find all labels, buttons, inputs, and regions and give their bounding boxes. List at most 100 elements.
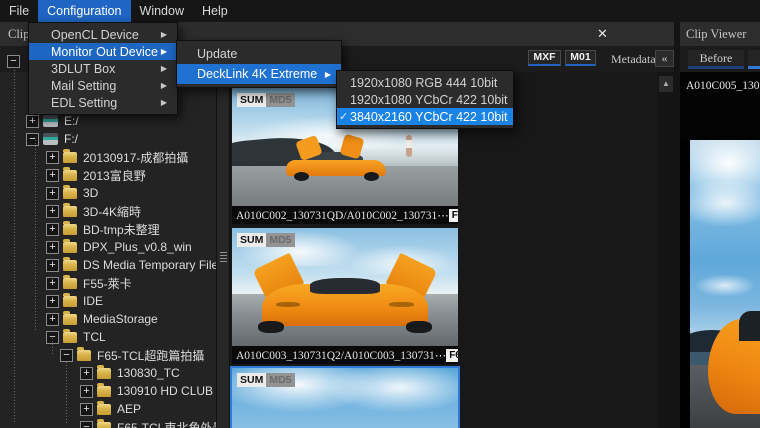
sum-badge: SUM (237, 93, 267, 107)
tree-item-folder[interactable]: +3D-4K縮時 (0, 202, 216, 220)
md5-badge: MD5 (266, 373, 295, 387)
expand-toggle[interactable]: + (46, 240, 59, 254)
tree-item-folder[interactable]: − TCL (0, 328, 216, 346)
menu-window[interactable]: Window (131, 0, 193, 22)
clip-list-scrollbar[interactable]: ▲ (658, 72, 674, 428)
application-window: File Configuration Window Help Clip ✕ MX… (0, 0, 760, 428)
menu-item-opencl-device[interactable]: OpenCL Device ▶ (29, 26, 177, 43)
folder-icon (63, 166, 77, 181)
tree-item-folder[interactable]: +130830_TC (0, 364, 216, 382)
tree-item-folder[interactable]: − F65-TCL超跑篇拍攝 (0, 346, 216, 364)
tree-item-folder[interactable]: +130910 HD CLUB T (0, 382, 216, 400)
metadata-label: Metadata (611, 52, 656, 66)
clip-name-bar: A010C002_130731QD/A010C002_130731⋯ F65 (232, 206, 458, 224)
tree-item-label: MediaStorage (83, 312, 158, 326)
tree-item-label: F65-TCL東北角外景 (117, 420, 216, 428)
tree-item-folder[interactable]: + AEP (0, 400, 216, 418)
tree-item-folder[interactable]: + DPX_Plus_v0.8_win (0, 238, 216, 256)
folder-icon (97, 400, 111, 415)
menu-item-3dlut-box[interactable]: 3DLUT Box ▶ (29, 60, 177, 77)
menu-help[interactable]: Help (193, 0, 237, 22)
expand-toggle[interactable]: − (60, 348, 73, 362)
expand-toggle[interactable]: − (80, 420, 93, 428)
tab-after[interactable]: After (748, 50, 760, 69)
menu-item-update[interactable]: Update (177, 44, 341, 64)
cloud (326, 368, 458, 412)
drive-icon (43, 115, 58, 127)
menu-item-label: EDL Setting (51, 95, 118, 110)
orange-car (252, 252, 438, 334)
expand-toggle[interactable]: + (46, 150, 59, 164)
expand-toggle[interactable]: + (26, 114, 39, 128)
menu-item-label: 3840x2160 YCbCr 422 10bit (350, 109, 508, 124)
folder-icon (77, 346, 91, 361)
scroll-up-icon[interactable]: ▲ (659, 76, 673, 92)
menu-item-1080-ycbcr422[interactable]: 1920x1080 YCbCr 422 10bit (337, 91, 513, 108)
expand-toggle[interactable]: + (46, 204, 59, 218)
tree-item-folder[interactable]: + BD-tmp未整理 (0, 220, 216, 238)
folder-icon (97, 382, 111, 397)
submenu-arrow-icon: ▶ (160, 81, 167, 90)
metadata-collapse-button[interactable]: « (655, 50, 674, 67)
expand-toggle[interactable]: + (46, 222, 59, 236)
m01-filter-button[interactable]: M01 (565, 50, 596, 66)
menu-item-decklink-4k-extreme[interactable]: DeckLink 4K Extreme ▶ (177, 64, 341, 84)
configuration-menu: OpenCL Device ▶ Monitor Out Device ▶ 3DLUT… (28, 22, 178, 115)
tree-item-folder[interactable]: + MediaStorage (0, 310, 216, 328)
menu-item-1080-rgb444[interactable]: 1920x1080 RGB 444 10bit (337, 74, 513, 91)
orange-car-hood (708, 310, 760, 414)
expand-toggle[interactable]: + (46, 186, 59, 200)
car-wheel (257, 320, 284, 334)
tree-item-label: 3D-4K縮時 (83, 204, 142, 219)
tab-before[interactable]: Before (688, 50, 744, 69)
menu-item-label: 1920x1080 RGB 444 10bit (350, 75, 498, 90)
tree-item-folder[interactable]: +3D (0, 184, 216, 202)
submenu-arrow-icon: ▶ (160, 64, 167, 73)
tree-item-folder[interactable]: +2013富良野 (0, 166, 216, 184)
tree-item-folder[interactable]: + DS Media Temporary Files (0, 256, 216, 274)
tree-item-label: BD-tmp未整理 (83, 222, 160, 237)
clip-name: A010C002_130731QD/A010C002_130731⋯ (236, 210, 449, 222)
menu-item-mail-setting[interactable]: Mail Setting ▶ (29, 77, 177, 94)
folder-icon (63, 220, 77, 235)
tree-guide-line (66, 362, 67, 424)
expand-toggle[interactable]: + (80, 384, 93, 398)
expand-toggle[interactable]: + (46, 294, 59, 308)
menu-item-2160-ycbcr422[interactable]: ✓ 3840x2160 YCbCr 422 10bit (337, 108, 513, 125)
expand-toggle[interactable]: + (46, 276, 59, 290)
tree-item-drive-f[interactable]: − F:/ (0, 130, 216, 148)
car-door (339, 133, 365, 160)
clip-thumbnail-a010c003[interactable]: SUM MD5 A010C003_130731Q2/A010C003_13073… (232, 228, 458, 364)
viewer-letterbox (680, 140, 690, 428)
expand-toggle[interactable]: − (26, 132, 39, 146)
expand-toggle[interactable]: + (46, 258, 59, 272)
clip-viewer-title: Clip Viewer (686, 27, 747, 41)
expand-toggle[interactable]: + (46, 168, 59, 182)
folder-icon (63, 148, 77, 163)
tree-item-label: F:/ (64, 132, 78, 146)
tree-item-label: 130830_TC (117, 366, 180, 380)
folder-icon (63, 256, 77, 271)
panel-splitter[interactable] (216, 72, 230, 428)
clip-browser-title: Clip (8, 27, 30, 41)
expand-toggle[interactable]: + (80, 366, 93, 380)
menu-item-label: 1920x1080 YCbCr 422 10bit (350, 92, 508, 107)
mxf-filter-button[interactable]: MXF (528, 50, 561, 66)
menu-item-edl-setting[interactable]: EDL Setting ▶ (29, 94, 177, 111)
md5-badge: MD5 (266, 93, 295, 107)
tree-item-folder[interactable]: + IDE (0, 292, 216, 310)
sum-badge: SUM (237, 233, 267, 247)
menu-file[interactable]: File (0, 0, 38, 22)
menu-item-monitor-out-device[interactable]: Monitor Out Device ▶ (29, 43, 177, 60)
expand-toggle[interactable]: + (46, 312, 59, 326)
cloud (690, 180, 760, 227)
folder-tree-panel: + E:/ − F:/ +20130917-成都拍攝 +2013富良野 +3D +3… (0, 72, 216, 428)
close-icon[interactable]: ✕ (597, 26, 608, 42)
tree-item-folder[interactable]: − F65-TCL東北角外景 (0, 418, 216, 428)
clip-thumbnail-selected[interactable]: SUM MD5 (230, 366, 460, 428)
expand-toggle[interactable]: + (80, 402, 93, 416)
tree-item-folder[interactable]: +20130917-成都拍攝 (0, 148, 216, 166)
tree-item-folder[interactable]: + F55-萊卡 (0, 274, 216, 292)
tree-root-expand-toggle[interactable]: − (7, 55, 20, 68)
menu-configuration[interactable]: Configuration (38, 0, 131, 22)
